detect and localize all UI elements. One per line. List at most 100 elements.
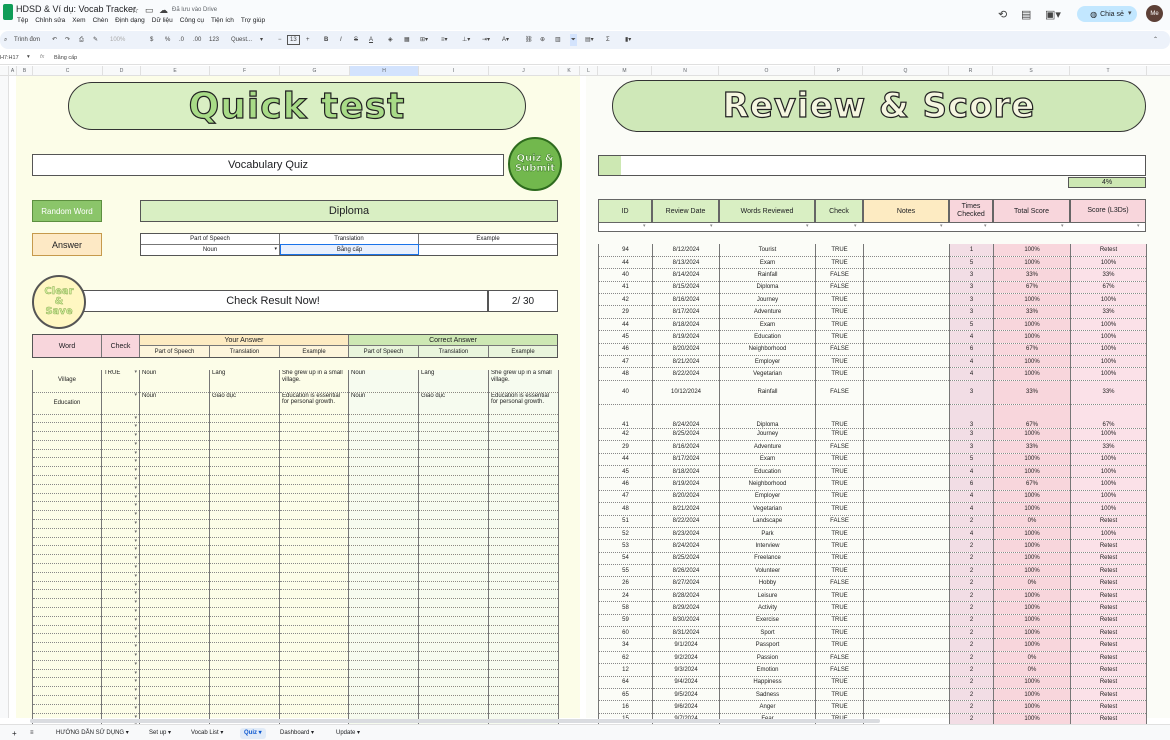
review-cell-score-l3ds[interactable]: Retest: [1070, 700, 1147, 714]
review-cell-word[interactable]: Passion: [719, 651, 816, 665]
result-cell-trans[interactable]: [209, 484, 280, 494]
check-dropdown-icon[interactable]: ▾: [134, 555, 137, 561]
check-dropdown-icon[interactable]: ▾: [134, 590, 137, 596]
result-cell-example[interactable]: [279, 440, 349, 450]
result-cell-check[interactable]: ▾: [101, 572, 140, 582]
borders-icon[interactable]: ▦: [404, 34, 410, 46]
menu-data[interactable]: Dữ liệu: [152, 17, 173, 24]
review-cell-total-score[interactable]: 67%: [993, 343, 1071, 357]
result-cell-check[interactable]: ▾: [101, 519, 140, 529]
result-cell-c-example[interactable]: [488, 642, 559, 653]
result-cell-c-pos[interactable]: [348, 669, 419, 679]
result-cell-example[interactable]: [279, 449, 349, 459]
review-cell-times-checked[interactable]: 2: [949, 601, 994, 615]
review-cell-word[interactable]: Diploma: [719, 404, 816, 429]
sheet-tab[interactable]: Set up ▾: [145, 728, 175, 739]
review-cell-word[interactable]: Exam: [719, 453, 816, 466]
answer-button[interactable]: Answer: [32, 233, 102, 256]
result-cell-example[interactable]: [279, 572, 349, 582]
review-cell-notes[interactable]: [863, 601, 950, 615]
decrease-decimal-button[interactable]: .0: [179, 34, 184, 46]
result-cell-check[interactable]: ▾: [101, 651, 140, 661]
check-dropdown-icon[interactable]: ▾: [134, 670, 137, 676]
review-cell-score-l3ds[interactable]: Retest: [1070, 552, 1147, 566]
paint-format-icon[interactable]: ✎: [93, 34, 98, 46]
review-cell-word[interactable]: Exam: [719, 318, 816, 332]
review-cell-review-date[interactable]: 9/5/2024: [652, 688, 720, 702]
result-cell-c-trans[interactable]: [418, 414, 489, 424]
result-cell-word[interactable]: [32, 475, 102, 485]
result-cell-word[interactable]: [32, 493, 102, 503]
review-cell-check[interactable]: TRUE: [815, 564, 864, 578]
review-cell-notes[interactable]: [863, 676, 950, 690]
result-cell-c-trans[interactable]: [418, 642, 489, 653]
result-cell-c-pos[interactable]: [348, 466, 419, 477]
menu-view[interactable]: Xem: [72, 17, 85, 24]
check-dropdown-icon[interactable]: ▾: [134, 423, 137, 429]
check-dropdown-icon[interactable]: ▾: [134, 415, 137, 421]
input-tools-icon[interactable]: ▮▾: [625, 34, 631, 46]
result-cell-word[interactable]: [32, 563, 102, 573]
result-cell-example[interactable]: [279, 501, 349, 512]
check-dropdown-icon[interactable]: ▾: [134, 687, 137, 693]
result-cell-example[interactable]: [279, 651, 349, 661]
review-cell-score-l3ds[interactable]: 67%: [1070, 281, 1147, 295]
review-cell-total-score[interactable]: 100%: [993, 502, 1071, 516]
review-cell-times-checked[interactable]: 2: [949, 676, 994, 690]
result-cell-c-pos[interactable]: [348, 563, 419, 573]
review-cell-notes[interactable]: [863, 440, 950, 454]
review-cell-word[interactable]: Education: [719, 465, 816, 479]
formula-input[interactable]: Bằng cấp: [54, 55, 77, 61]
review-cell-notes[interactable]: [863, 465, 950, 479]
result-cell-example[interactable]: [279, 616, 349, 626]
result-cell-pos[interactable]: [139, 414, 210, 424]
result-cell-c-pos[interactable]: [348, 457, 419, 468]
result-cell-trans[interactable]: [209, 651, 280, 661]
review-cell-id[interactable]: 53: [598, 539, 653, 553]
review-cell-score-l3ds[interactable]: 100%: [1070, 477, 1147, 491]
menu-insert[interactable]: Chèn: [93, 17, 109, 24]
column-header[interactable]: R: [949, 66, 993, 76]
result-cell-pos[interactable]: [139, 545, 210, 556]
insert-comment-icon[interactable]: ⊕: [540, 34, 545, 46]
review-cell-id[interactable]: 12: [598, 663, 653, 677]
sheet-tab[interactable]: HƯỚNG DẪN SỬ DỤNG ▾: [52, 728, 133, 739]
check-result-box[interactable]: Check Result Now!: [58, 290, 488, 312]
result-cell-example[interactable]: [279, 519, 349, 529]
result-cell-example[interactable]: [279, 704, 349, 714]
result-cell-c-pos[interactable]: [348, 598, 419, 609]
review-cell-check[interactable]: TRUE: [815, 256, 864, 270]
review-cell-times-checked[interactable]: 2: [949, 576, 994, 590]
review-cell-score-l3ds[interactable]: 100%: [1070, 453, 1147, 466]
review-cell-id[interactable]: 47: [598, 490, 653, 504]
check-dropdown-icon[interactable]: ▾: [134, 529, 137, 535]
result-cell-c-pos[interactable]: [348, 660, 419, 670]
result-cell-check[interactable]: ▾ TRUE: [101, 370, 140, 393]
result-cell-example[interactable]: [279, 677, 349, 688]
review-cell-total-score[interactable]: 100%: [993, 527, 1071, 541]
result-cell-word[interactable]: [32, 642, 102, 653]
result-cell-pos[interactable]: [139, 642, 210, 653]
review-cell-review-date[interactable]: 8/17/2024: [652, 305, 720, 319]
result-cell-c-trans[interactable]: [418, 660, 489, 670]
result-cell-trans[interactable]: [209, 431, 280, 441]
review-cell-total-score[interactable]: 100%: [993, 293, 1071, 307]
review-cell-times-checked[interactable]: 2: [949, 564, 994, 578]
review-cell-times-checked[interactable]: 2: [949, 552, 994, 566]
review-cell-notes[interactable]: [863, 700, 950, 714]
review-cell-check[interactable]: TRUE: [815, 465, 864, 479]
column-header[interactable]: C: [33, 66, 103, 76]
result-cell-example[interactable]: [279, 554, 349, 565]
result-cell-check[interactable]: ▾: [101, 598, 140, 609]
review-cell-total-score[interactable]: 100%: [993, 367, 1071, 381]
review-cell-total-score[interactable]: 100%: [993, 539, 1071, 553]
zoom-select[interactable]: 100%: [110, 34, 125, 46]
result-cell-example[interactable]: [279, 510, 349, 521]
result-cell-trans[interactable]: [209, 422, 280, 433]
result-cell-c-example[interactable]: [488, 414, 559, 424]
result-cell-trans[interactable]: [209, 581, 280, 591]
result-cell-word[interactable]: [32, 607, 102, 617]
column-header[interactable]: M: [598, 66, 652, 76]
review-cell-times-checked[interactable]: 3: [949, 293, 994, 307]
result-cell-word[interactable]: [32, 686, 102, 696]
